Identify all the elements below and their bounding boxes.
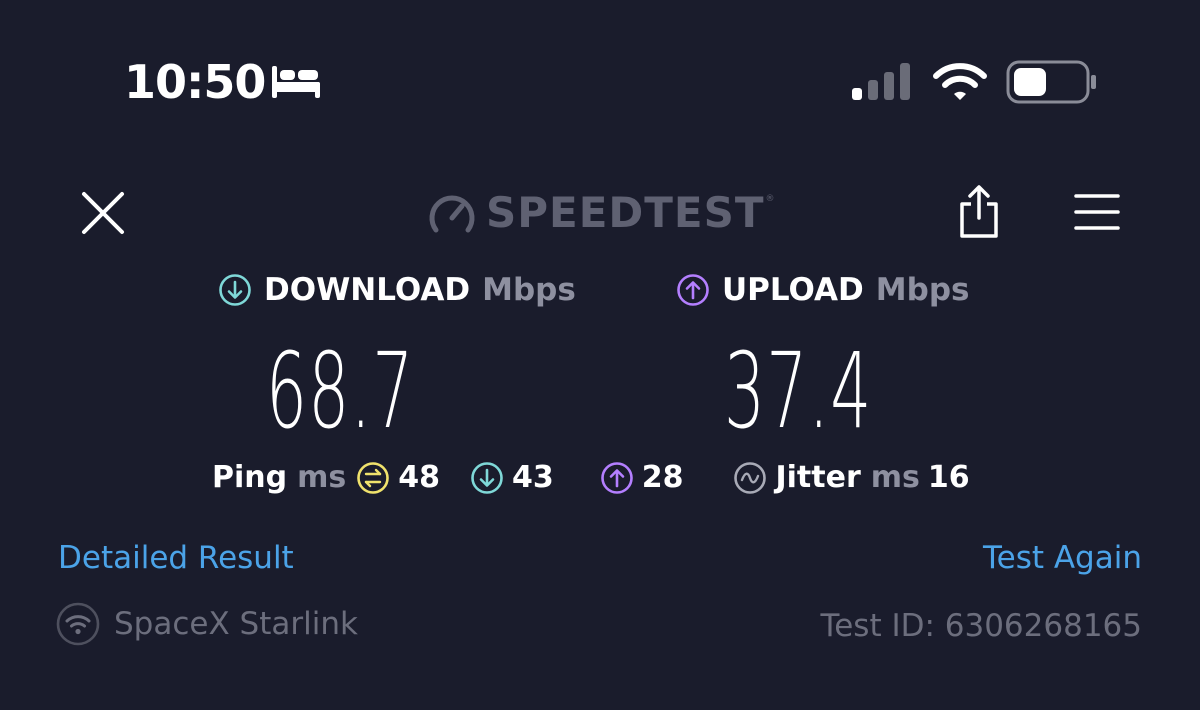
- download-label: DOWNLOAD: [264, 272, 471, 308]
- jitter-value: 16: [927, 460, 970, 495]
- wifi-icon: [932, 62, 988, 106]
- jitter-icon: [733, 461, 767, 495]
- upload-unit: Mbps: [875, 272, 970, 308]
- download-arrow-icon: [219, 274, 251, 306]
- share-button[interactable]: [956, 184, 1002, 240]
- menu-button[interactable]: [1074, 192, 1120, 232]
- download-header: DOWNLOAD Mbps: [218, 270, 576, 310]
- close-button[interactable]: [80, 190, 126, 236]
- latency-row: Ping ms 48 43 28 Jitter ms 16: [212, 456, 970, 500]
- ping-unit: ms: [297, 460, 347, 495]
- jitter-label: Jitter: [775, 460, 861, 495]
- upload-value: 37.4: [724, 330, 873, 452]
- gauge-icon: [429, 195, 475, 233]
- share-icon: [960, 185, 998, 238]
- jitter-unit: ms: [870, 460, 920, 495]
- download-unit: Mbps: [482, 272, 576, 308]
- ping-label: Ping: [212, 460, 288, 495]
- wifi-provider-icon: [56, 602, 100, 646]
- download-ping-value: 43: [511, 460, 554, 495]
- speedtest-logo: SPEEDTEST ®: [428, 190, 775, 236]
- bed-icon: [270, 64, 322, 104]
- provider-name: SpaceX Starlink: [114, 606, 358, 642]
- idle-ping-icon: [356, 461, 390, 495]
- hamburger-menu-icon: [1074, 194, 1120, 230]
- download-ping-icon: [470, 461, 504, 495]
- idle-ping-value: 48: [398, 460, 440, 495]
- detailed-result-link[interactable]: Detailed Result: [58, 538, 294, 578]
- provider-info: SpaceX Starlink: [56, 602, 358, 646]
- battery-icon: [1006, 60, 1098, 108]
- upload-header: UPLOAD Mbps: [676, 270, 969, 310]
- upload-ping-value: 28: [641, 460, 684, 495]
- upload-ping-icon: [600, 461, 634, 495]
- status-time: 10:50: [124, 55, 266, 109]
- cellular-signal-icon: [850, 62, 914, 106]
- download-value: 68.7: [266, 330, 415, 452]
- upload-arrow-icon: [677, 274, 709, 306]
- test-again-link[interactable]: Test Again: [983, 538, 1142, 578]
- close-icon: [82, 192, 124, 234]
- test-id: Test ID: 6306268165: [820, 608, 1142, 644]
- logo-trademark: ®: [765, 194, 775, 204]
- logo-text: SPEEDTEST: [486, 188, 765, 237]
- upload-label: UPLOAD: [722, 272, 864, 308]
